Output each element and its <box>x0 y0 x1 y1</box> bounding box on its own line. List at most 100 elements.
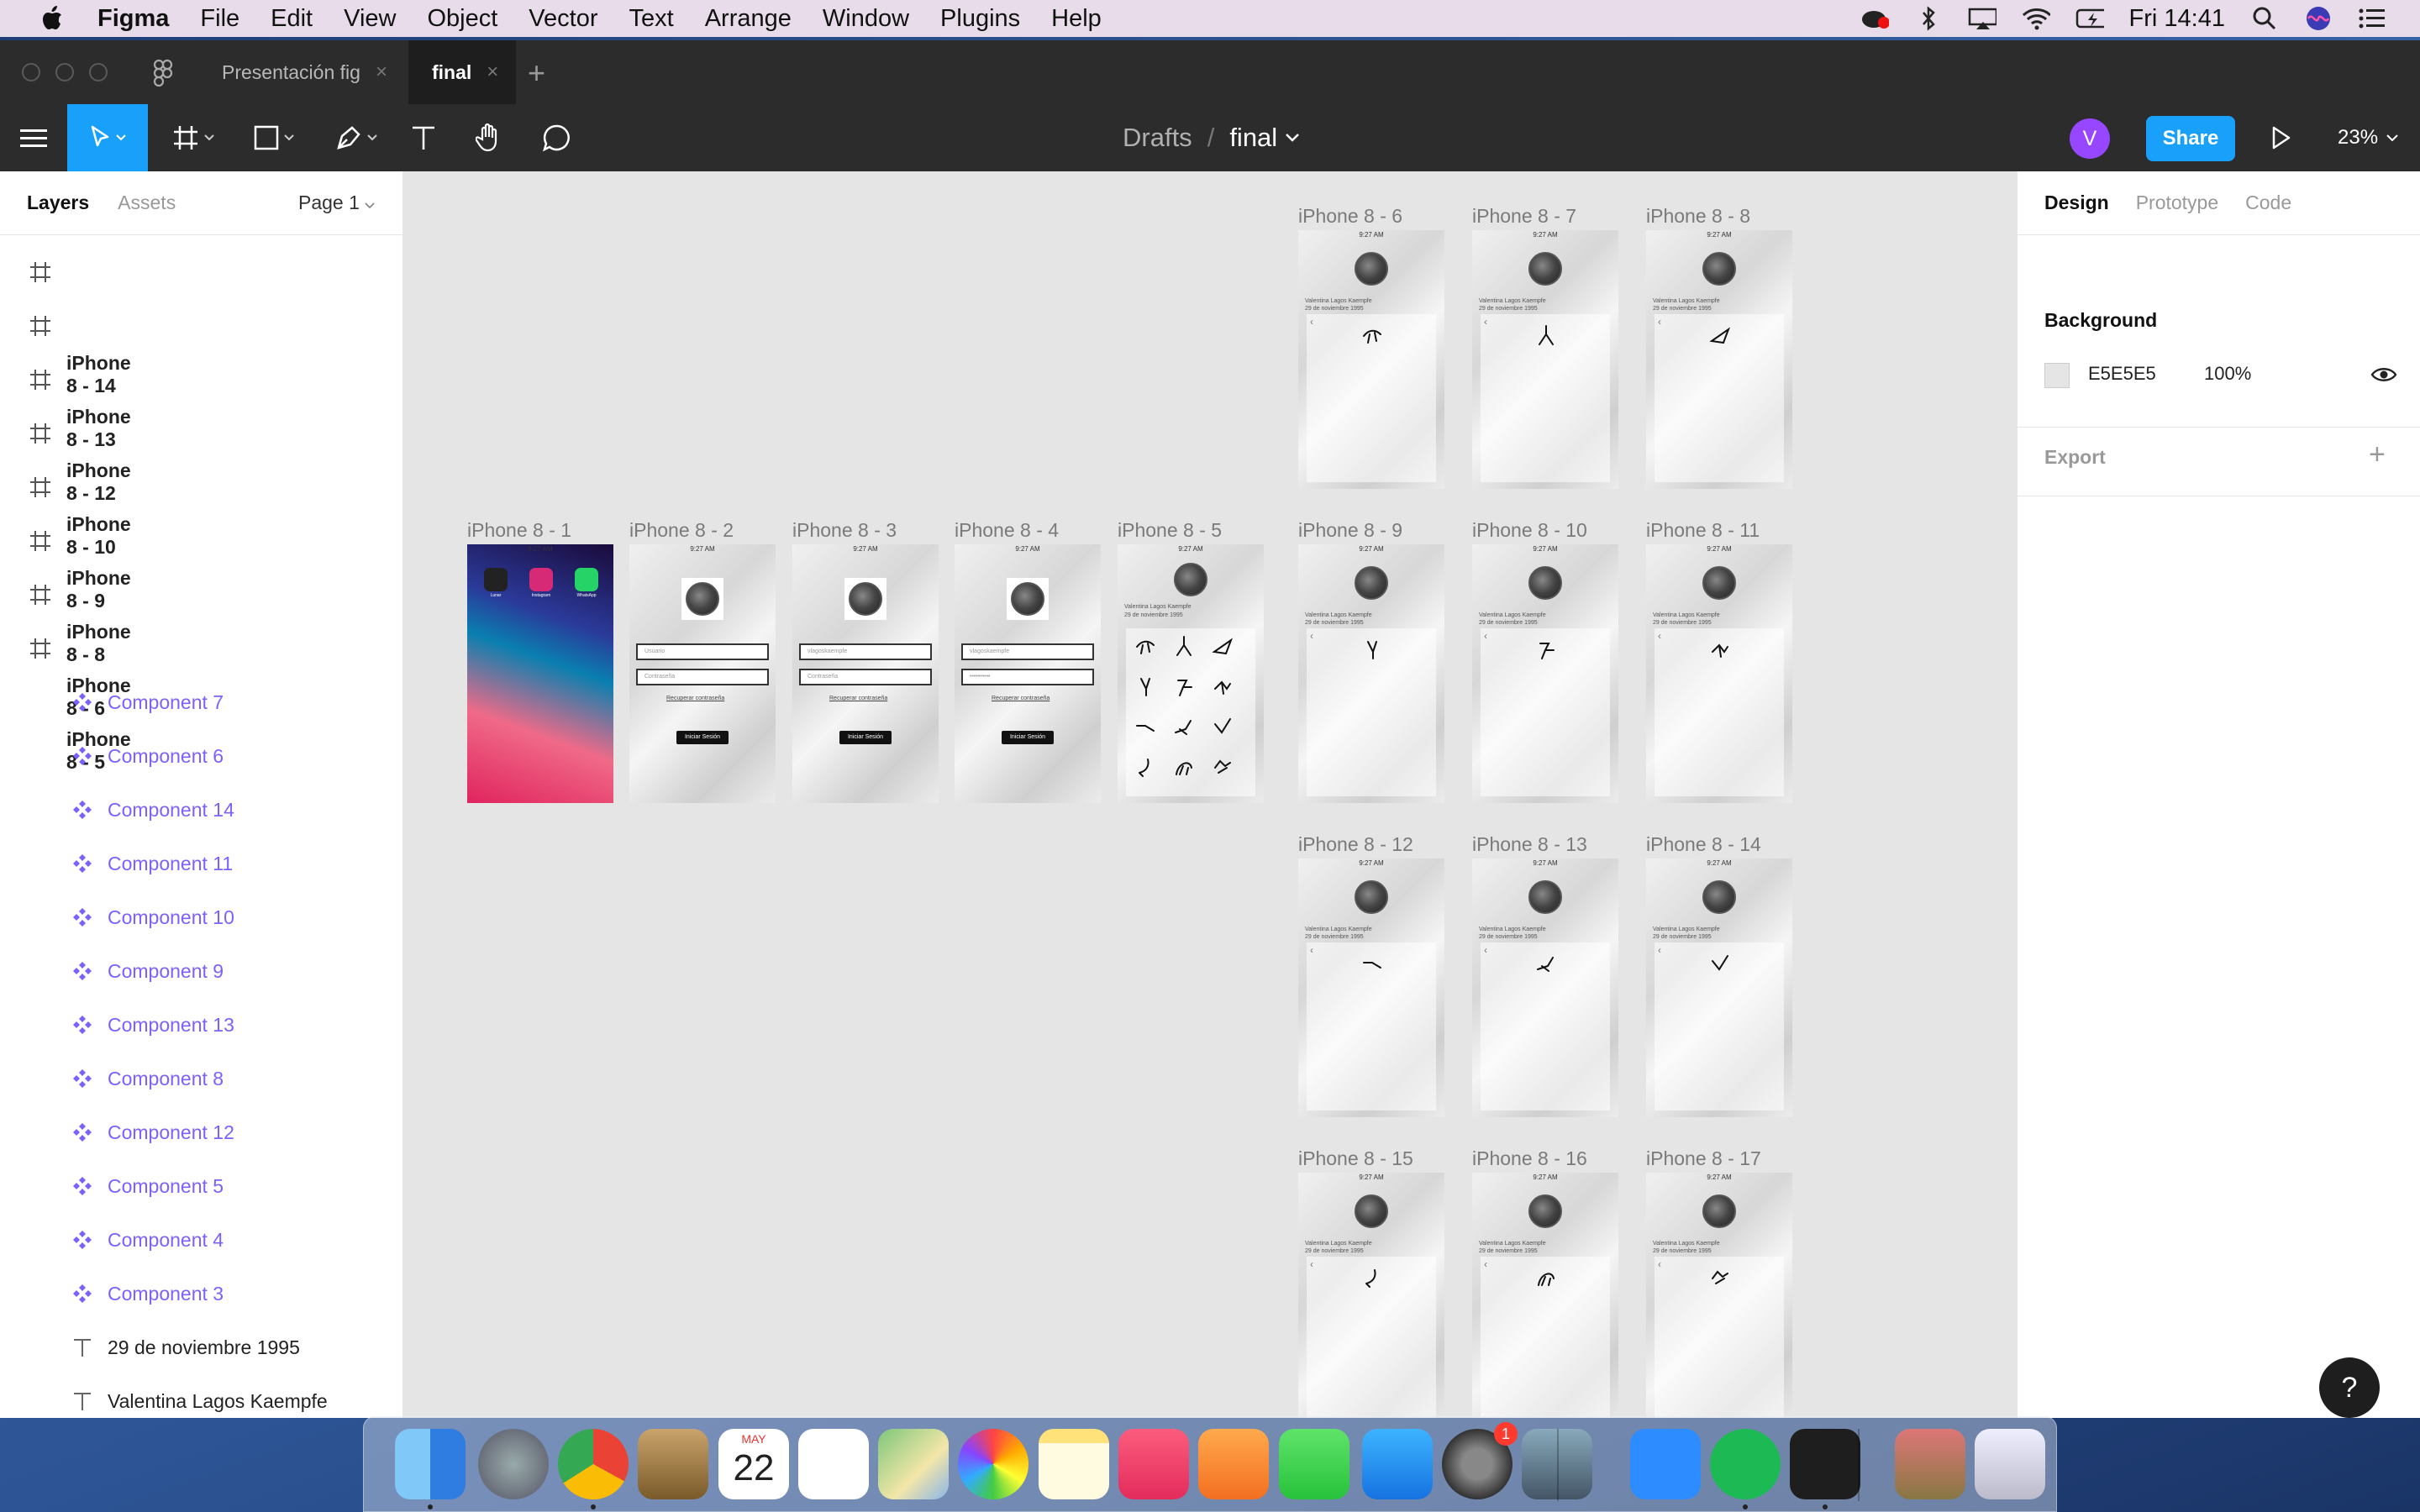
spotify-icon[interactable] <box>1710 1429 1781 1499</box>
frame-label[interactable]: iPhone 8 - 10 <box>1472 519 1587 542</box>
iphone-frame[interactable]: iPhone 8 - 7 9:27 AM Valentina Lagos Kaemp… <box>1472 205 1618 489</box>
menu-app-figma[interactable]: Figma <box>97 5 169 33</box>
app-store-icon[interactable] <box>1362 1429 1433 1499</box>
menu-vector[interactable]: Vector <box>529 5 597 33</box>
iphone-frame[interactable]: iPhone 8 - 2 9:27 AM Usuario Contraseña Recu… <box>629 519 776 803</box>
tab-final[interactable]: final × <box>408 40 516 104</box>
move-tool-button[interactable] <box>67 104 148 171</box>
frame-label[interactable]: iPhone 8 - 6 <box>1298 205 1402 228</box>
layer-row[interactable]: Component 4 <box>0 1213 402 1267</box>
iphone-frame[interactable]: iPhone 8 - 11 9:27 AM Valentina Lagos Kaem… <box>1646 519 1792 803</box>
zoom-icon[interactable] <box>1630 1429 1701 1499</box>
tab-code[interactable]: Code <box>2245 192 2291 214</box>
notes-icon[interactable] <box>1039 1429 1109 1499</box>
iphone-frame[interactable]: iPhone 8 - 17 9:27 AM Valentina Lagos Kaem… <box>1646 1147 1792 1418</box>
text-tool-button[interactable] <box>405 104 442 171</box>
layer-row[interactable]: Component 13 <box>0 998 402 1052</box>
photos-icon[interactable] <box>958 1429 1028 1499</box>
trash-icon[interactable] <box>1975 1429 2045 1499</box>
menu-help[interactable]: Help <box>1051 5 1102 33</box>
layer-row[interactable]: Component 6 <box>0 729 402 783</box>
facetime-icon[interactable] <box>1279 1429 1349 1499</box>
apple-menu-icon[interactable] <box>34 0 71 37</box>
photos-library-icon[interactable] <box>1895 1429 1965 1499</box>
iphone-frame[interactable]: iPhone 8 - 16 9:27 AM Valentina Lagos Kaem… <box>1472 1147 1618 1418</box>
iphone-frame[interactable]: iPhone 8 - 9 9:27 AM Valentina Lagos Kaemp… <box>1298 519 1444 803</box>
tab-assets[interactable]: Assets <box>118 192 176 214</box>
layer-row[interactable]: Component 10 <box>0 890 402 944</box>
wifi-icon[interactable] <box>2022 6 2050 31</box>
reminders-icon[interactable] <box>798 1429 869 1499</box>
pen-tool-button[interactable] <box>328 104 385 171</box>
hand-tool-button[interactable] <box>471 104 508 171</box>
background-hex-input[interactable]: E5E5E5 <box>2088 363 2156 385</box>
chevron-down-icon[interactable] <box>1286 134 1300 142</box>
frame-label[interactable]: iPhone 8 - 16 <box>1472 1147 1587 1170</box>
iphone-frame[interactable]: iPhone 8 - 4 9:27 AM vlagoskaempfe ••••••••… <box>955 519 1101 803</box>
layer-row[interactable]: Component 14 <box>0 783 402 837</box>
spotlight-search-icon[interactable] <box>2250 6 2279 31</box>
avatar[interactable]: V <box>2070 118 2110 159</box>
menu-edit[interactable]: Edit <box>271 5 313 33</box>
menu-object[interactable]: Object <box>427 5 497 33</box>
menu-arrange[interactable]: Arrange <box>705 5 792 33</box>
launchpad-icon[interactable] <box>478 1429 549 1499</box>
frame-label[interactable]: iPhone 8 - 13 <box>1472 833 1587 856</box>
figma-icon[interactable] <box>1790 1429 1860 1499</box>
clock-text[interactable]: Fri 14:41 <box>2129 5 2225 33</box>
page-selector[interactable]: Page 1 <box>298 192 375 214</box>
figma-home-icon[interactable] <box>153 59 173 87</box>
menu-text[interactable]: Text <box>629 5 674 33</box>
share-button[interactable]: Share <box>2146 116 2235 161</box>
file-name[interactable]: final <box>1229 123 1277 153</box>
iphone-frame[interactable]: iPhone 8 - 12 9:27 AM Valentina Lagos Kaem… <box>1298 833 1444 1117</box>
frame-label[interactable]: iPhone 8 - 11 <box>1646 519 1760 542</box>
frame-label[interactable]: iPhone 8 - 5 <box>1118 519 1222 542</box>
comment-tool-button[interactable] <box>538 104 575 171</box>
frame-label[interactable]: iPhone 8 - 12 <box>1298 833 1413 856</box>
add-export-icon[interactable]: + <box>2369 438 2386 471</box>
music-icon[interactable] <box>1118 1429 1189 1499</box>
shape-tool-button[interactable] <box>245 104 302 171</box>
chrome-icon[interactable] <box>558 1429 629 1499</box>
iphone-frame[interactable]: iPhone 8 - 3 9:27 AM vlagoskaempfe Contrase… <box>792 519 939 803</box>
battery-icon[interactable] <box>2075 6 2104 31</box>
iphone-frame[interactable]: iPhone 8 - 6 9:27 AM Valentina Lagos Kaemp… <box>1298 205 1444 489</box>
layer-row[interactable]: Component 8 <box>0 1052 402 1105</box>
calendar-icon[interactable]: MAY 22 <box>718 1429 789 1499</box>
layer-row[interactable]: 29 de noviembre 1995 <box>0 1320 402 1374</box>
frame-label[interactable]: iPhone 8 - 2 <box>629 519 734 542</box>
iphone-frame[interactable]: iPhone 8 - 8 9:27 AM Valentina Lagos Kaemp… <box>1646 205 1792 489</box>
frame-tool-button[interactable] <box>165 104 222 171</box>
new-tab-icon[interactable]: + <box>528 55 545 91</box>
layer-row[interactable]: Component 3 <box>0 1267 402 1320</box>
menu-file[interactable]: File <box>200 5 239 33</box>
frame-label[interactable]: iPhone 8 - 8 <box>1646 205 1750 228</box>
layer-row[interactable]: Component 12 <box>0 1105 402 1159</box>
main-menu-icon[interactable] <box>15 104 52 171</box>
design-canvas[interactable]: iPhone 8 - 1 9:27 AM Lunar Instagram WhatsAp… <box>404 171 2016 1418</box>
frame-label[interactable]: iPhone 8 - 3 <box>792 519 897 542</box>
tab-design[interactable]: Design <box>2044 192 2109 214</box>
tab-presentacion-fig[interactable]: Presentación fig × <box>202 40 400 104</box>
notification-center-icon[interactable] <box>2358 6 2386 31</box>
iphone-frame[interactable]: iPhone 8 - 5 9:27 AM Valentina Lagos Kaemp… <box>1118 519 1264 803</box>
frame-label[interactable]: iPhone 8 - 7 <box>1472 205 1576 228</box>
finder-icon[interactable] <box>395 1429 466 1499</box>
tab-close-icon[interactable]: × <box>487 60 498 84</box>
help-button[interactable]: ? <box>2319 1357 2380 1418</box>
books-icon[interactable] <box>1198 1429 1269 1499</box>
menu-plugins[interactable]: Plugins <box>940 5 1020 33</box>
layer-row[interactable]: Component 7 <box>0 675 402 729</box>
layer-row[interactable]: Component 5 <box>0 1159 402 1213</box>
iphone-frame[interactable]: iPhone 8 - 15 9:27 AM Valentina Lagos Kaem… <box>1298 1147 1444 1418</box>
background-opacity-input[interactable]: 100% <box>2204 363 2251 385</box>
tab-prototype[interactable]: Prototype <box>2136 192 2218 214</box>
layer-row[interactable]: Component 11 <box>0 837 402 890</box>
creative-cloud-icon[interactable] <box>1860 6 1889 31</box>
iphone-frame[interactable]: iPhone 8 - 10 9:27 AM Valentina Lagos Kaem… <box>1472 519 1618 803</box>
eye-icon[interactable] <box>2370 363 2397 386</box>
present-play-icon[interactable] <box>2265 123 2296 153</box>
frame-label[interactable]: iPhone 8 - 9 <box>1298 519 1402 542</box>
tab-layers[interactable]: Layers <box>27 192 89 214</box>
